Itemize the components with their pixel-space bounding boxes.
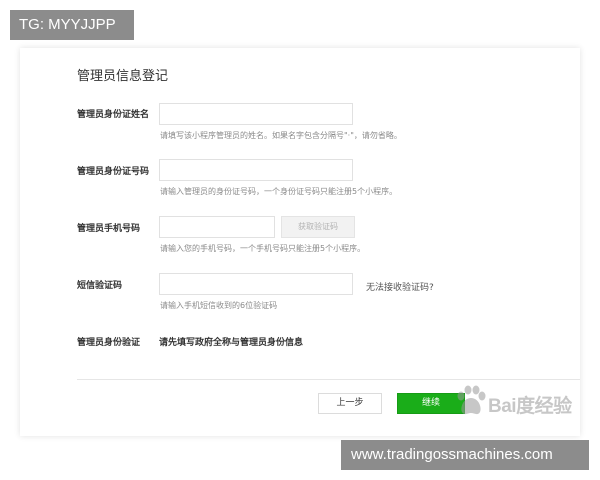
admin-id-hint: 请输入管理员的身份证号码，一个身份证号码只能注册5个小程序。 (160, 187, 398, 196)
divider (77, 379, 580, 380)
identity-verify-text: 请先填写政府全称与管理员身份信息 (159, 338, 304, 348)
sms-code-hint: 请输入手机短信收到的6位验证码 (160, 301, 278, 310)
no-code-link[interactable]: 无法接收验证码? (366, 280, 434, 293)
telegram-tag: TG: MYYJJPP (10, 10, 134, 40)
admin-id-input[interactable] (159, 159, 353, 181)
paw-icon (457, 385, 486, 415)
baidu-watermark: Bai度经验 (452, 384, 576, 418)
page-title: 管理员信息登记 (77, 69, 169, 84)
get-code-button[interactable]: 获取验证码 (281, 216, 355, 238)
admin-name-input[interactable] (159, 103, 353, 125)
admin-phone-hint: 请输入您的手机号码，一个手机号码只能注册5个小程序。 (160, 244, 366, 253)
previous-button[interactable]: 上一步 (318, 393, 382, 414)
admin-phone-input[interactable] (159, 216, 275, 238)
identity-verify-label: 管理员身份验证 (77, 338, 141, 348)
admin-info-form-card: 管理员信息登记 管理员身份证姓名 请填写该小程序管理员的姓名。如果名字包含分隔号… (20, 48, 580, 436)
admin-name-label: 管理员身份证姓名 (77, 110, 150, 120)
admin-phone-label: 管理员手机号码 (77, 224, 141, 234)
sms-code-label: 短信验证码 (77, 281, 123, 291)
admin-id-label: 管理员身份证号码 (77, 167, 150, 177)
admin-name-hint: 请填写该小程序管理员的姓名。如果名字包含分隔号"·"，请勿省略。 (160, 131, 402, 140)
footer-url-banner: www.tradingossmachines.com (341, 440, 589, 470)
watermark-text: Bai度经验 (488, 396, 572, 417)
sms-code-input[interactable] (159, 273, 353, 295)
